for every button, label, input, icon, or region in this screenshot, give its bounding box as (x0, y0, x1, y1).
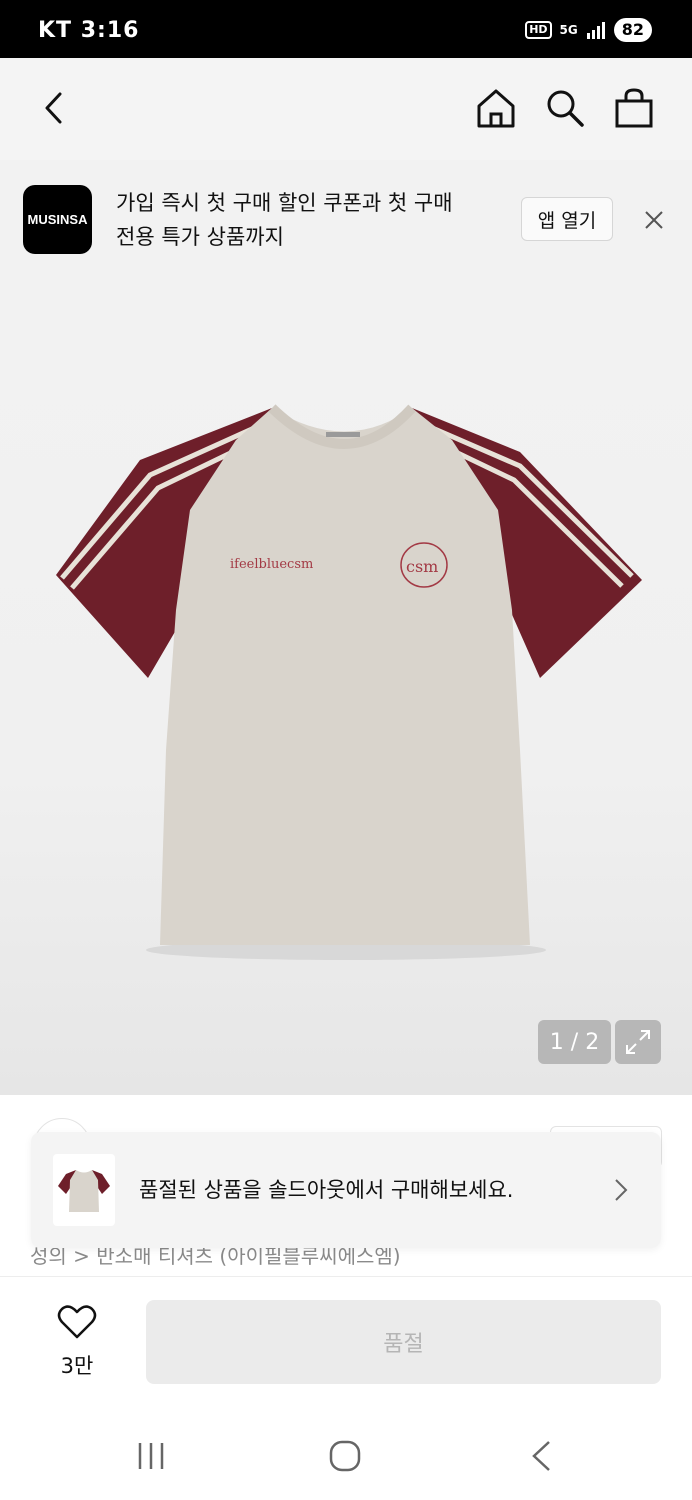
like-count: 3만 (60, 1354, 94, 1378)
close-icon (645, 211, 663, 229)
musinsa-logo: MUSINSA (23, 185, 92, 254)
soldout-button[interactable]: 품절 (146, 1300, 661, 1384)
recent-apps-icon (138, 1443, 164, 1469)
product-image[interactable]: ifeelbluecsm csm (0, 280, 692, 1095)
back-button[interactable] (30, 84, 78, 132)
back-nav-button[interactable] (516, 1436, 566, 1476)
chevron-left-icon (45, 92, 62, 124)
banner-message-line2: 전용 특가 상품까지 (116, 225, 284, 249)
like-button[interactable]: 3만 (52, 1304, 102, 1380)
search-icon (547, 90, 584, 127)
network-indicator: 5G (559, 23, 578, 37)
banner-message-line1: 가입 즉시 첫 구매 할인 쿠폰과 첫 구매 (116, 191, 453, 215)
shopping-bag-icon (615, 88, 653, 128)
tshirt-illustration: ifeelbluecsm csm (56, 404, 642, 960)
app-install-banner: MUSINSA 가입 즉시 첫 구매 할인 쿠폰과 첫 구매 전용 특가 상품까… (0, 160, 692, 280)
home-nav-button[interactable] (320, 1434, 370, 1478)
shirt-logo-text: csm (406, 557, 438, 576)
back-chevron-icon (532, 1441, 550, 1471)
heart-icon (57, 1305, 97, 1339)
home-button[interactable] (470, 82, 522, 134)
expand-button[interactable] (615, 1020, 661, 1064)
banner-message: 가입 즉시 첫 구매 할인 쿠폰과 첫 구매 전용 특가 상품까지 (116, 186, 496, 254)
signal-icon (586, 22, 605, 39)
system-navigation (0, 1400, 692, 1500)
carrier-time: KT 3:16 (38, 18, 140, 43)
expand-icon (626, 1030, 650, 1054)
tshirt-thumbnail-icon (58, 1170, 110, 1212)
banner-close-button[interactable] (636, 202, 672, 238)
soldout-toast[interactable]: 품절된 상품을 솔드아웃에서 구매해보세요. (31, 1132, 661, 1248)
status-bar: KT 3:16 HD 5G 82 (0, 0, 692, 58)
image-counter: 1 / 2 (538, 1020, 611, 1064)
hd-badge: HD (525, 21, 552, 39)
battery-indicator: 82 (613, 18, 652, 42)
search-button[interactable] (539, 82, 591, 134)
chevron-right-icon (615, 1179, 628, 1201)
top-navigation (0, 58, 692, 161)
toast-product-thumbnail (53, 1154, 115, 1226)
shirt-print-text: ifeelbluecsm (230, 557, 313, 572)
toast-chevron (613, 1176, 629, 1208)
toast-message: 품절된 상품을 솔드아웃에서 구매해보세요. (139, 1178, 514, 1202)
cart-button[interactable] (608, 82, 660, 134)
home-circle-icon (329, 1440, 361, 1472)
home-icon (477, 89, 515, 128)
open-app-button[interactable]: 앱 열기 (521, 197, 613, 241)
recent-apps-button[interactable] (126, 1436, 176, 1476)
status-icons: HD 5G 82 (525, 18, 652, 42)
